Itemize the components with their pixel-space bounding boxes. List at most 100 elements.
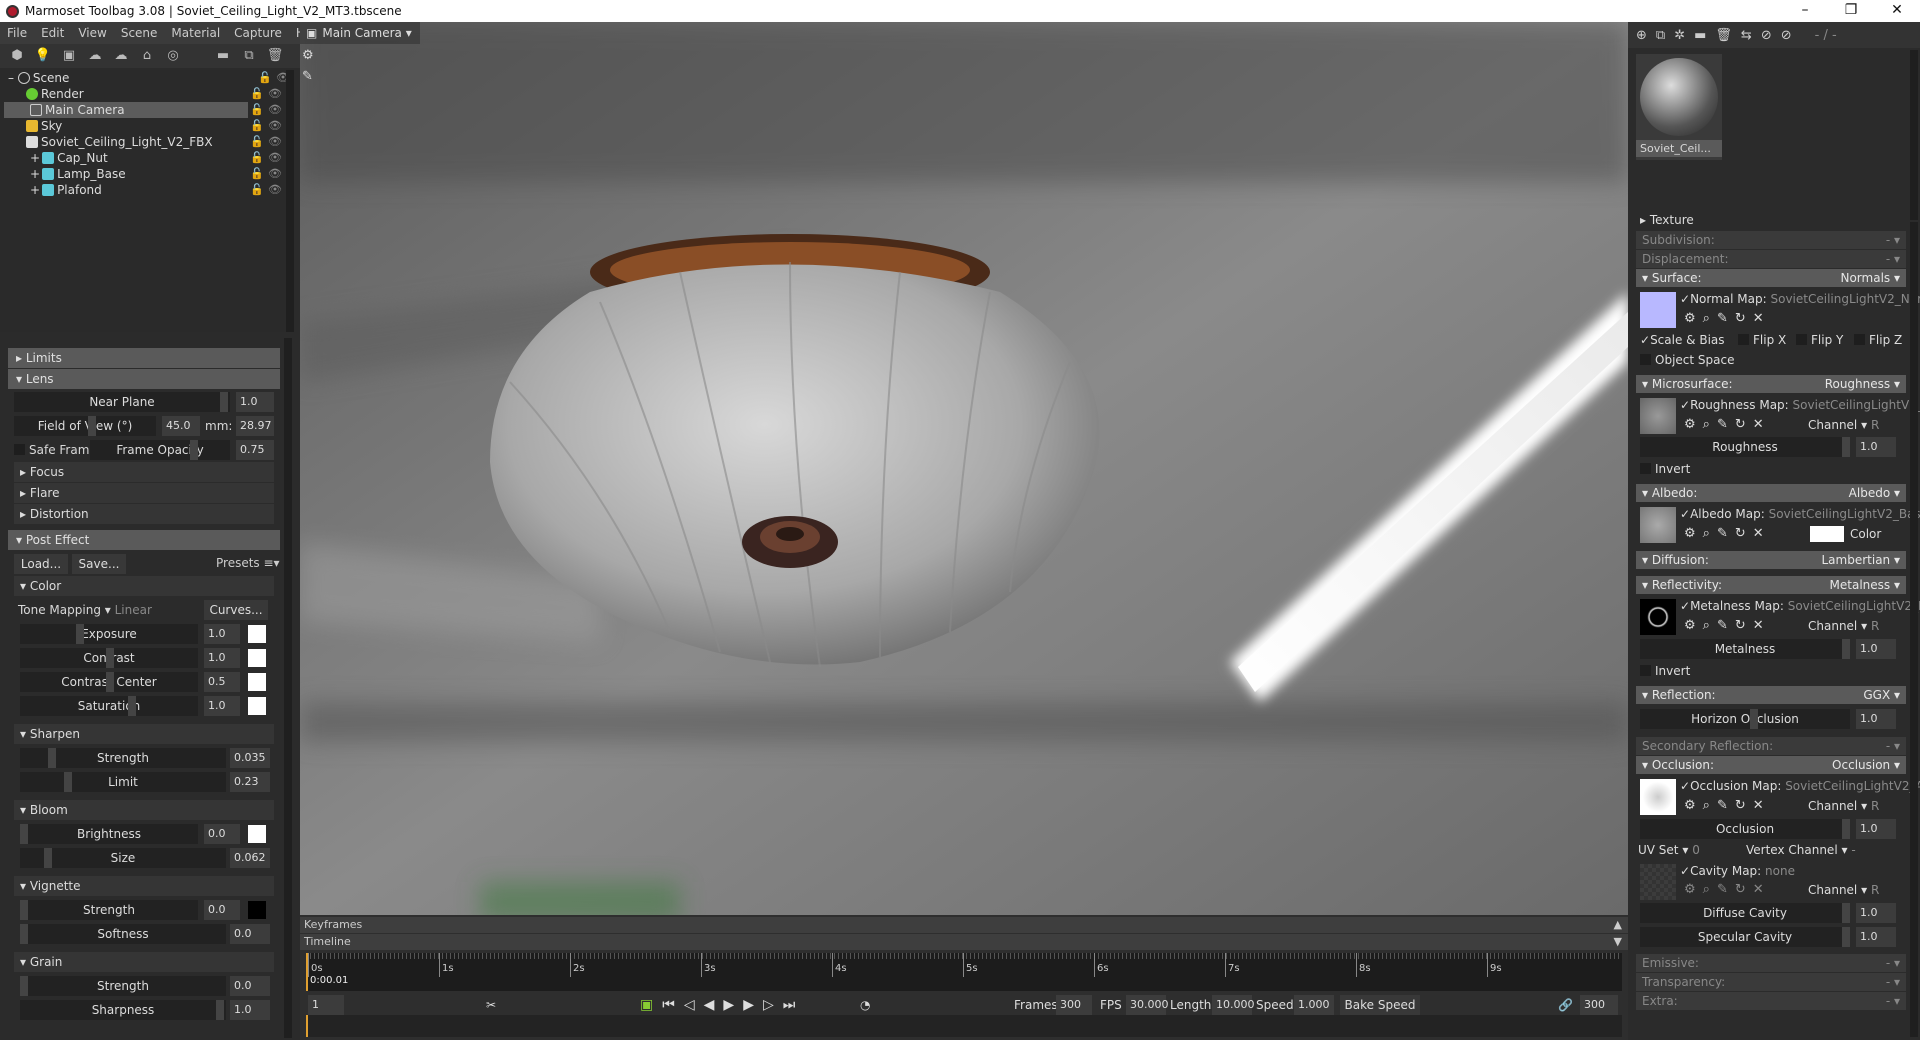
horizon-occlusion-slider[interactable]: Horizon Occlusion [1640,709,1850,729]
module-dropdown[interactable]: - ▾ [1886,954,1900,972]
scissors-icon[interactable]: ✂ [486,995,496,1015]
sharpen-limit-value[interactable]: 0.23 [230,772,270,792]
saturation-value[interactable]: 1.0 [204,696,240,716]
occlusion-slider[interactable]: Occlusion [1640,819,1850,839]
close-icon[interactable]: ✕ [1753,882,1771,897]
albedo-map-slot[interactable]: ✓Albedo Map: SovietCeilingLightV2_Base [1680,505,1920,523]
lock-icon[interactable]: 🔓 [250,134,264,150]
module-dropdown[interactable]: Occlusion ▾ [1832,756,1900,774]
sharpen-strength-value[interactable]: 0.035 [230,748,270,768]
lock-icon[interactable]: 🔓 [250,182,264,198]
invert-checkbox[interactable]: Invert [1640,662,1690,680]
close-icon[interactable]: ✕ [1753,311,1771,326]
add-turntable-icon[interactable]: ◎ [164,48,182,64]
roughness-slider[interactable]: Roughness [1640,437,1850,457]
contrast-center-value[interactable]: 0.5 [204,672,240,692]
material-settings-icon[interactable]: ✲ [1674,28,1685,43]
bloom-color-swatch[interactable] [248,825,266,843]
fov-value[interactable]: 45.0 [162,416,200,436]
channel-dropdown[interactable]: Channel ▾ R [1808,797,1879,815]
loop-icon[interactable]: ▣ [640,997,662,1013]
channel-dropdown[interactable]: Channel ▾ R [1808,617,1879,635]
module-dropdown[interactable]: Albedo ▾ [1849,484,1900,502]
assign-icon[interactable]: ⇆ [1741,28,1752,43]
module-dropdown[interactable]: - ▾ [1886,231,1900,249]
module-dropdown[interactable]: GGX ▾ [1863,686,1900,704]
tree-item-sky[interactable]: Sky 🔓 👁 [0,118,282,134]
diffuse-cavity-slider[interactable]: Diffuse Cavity [1640,903,1850,923]
tree-scrollbar[interactable] [286,70,294,332]
vignette-color-swatch[interactable] [248,901,266,919]
section-color[interactable]: ▾ Color [14,576,274,596]
flip-z-checkbox[interactable]: Flip Z [1854,331,1902,349]
minimize-button[interactable]: – [1782,0,1828,22]
lock-icon[interactable]: 🔓 [250,150,264,166]
next-key-icon[interactable]: ▷ [763,997,783,1013]
link-icon[interactable]: 🔗 [1558,995,1573,1015]
albedo-color-swatch[interactable] [1810,526,1844,542]
near-plane-slider[interactable]: Near Plane [14,392,230,412]
module-dropdown[interactable]: Lambertian ▾ [1822,551,1901,569]
eye-icon[interactable]: 👁 [268,166,282,182]
folder-icon[interactable]: ▬ [1694,28,1706,43]
3d-viewport[interactable] [300,22,1628,915]
search-icon[interactable]: ⌕ [1703,798,1717,813]
menu-capture[interactable]: Capture [227,26,289,40]
gear-icon[interactable]: ⚙ [1684,798,1703,813]
speed-dial-icon[interactable]: ◔ [860,995,870,1015]
tree-item-fbx[interactable]: Soviet_Ceiling_Light_V2_FBX 🔓 👁 [0,134,282,150]
roughness-value[interactable]: 1.0 [1856,437,1896,457]
metalness-value[interactable]: 1.0 [1856,639,1896,659]
section-diffusion[interactable]: ▾ Diffusion: Lambertian ▾ [1636,551,1906,569]
edit-icon[interactable]: ✎ [1717,526,1735,541]
exposure-slider[interactable]: Exposure [20,624,198,644]
section-focus[interactable]: ▸ Focus [14,462,274,482]
grain-strength-slider[interactable]: Strength [20,976,226,996]
section-post-effect[interactable]: ▾ Post Effect [8,530,280,550]
normal-map-thumbnail[interactable] [1640,292,1676,328]
section-grain[interactable]: ▾ Grain [14,952,274,972]
flip-x-checkbox[interactable]: Flip X [1738,331,1786,349]
pick-tool-icon[interactable]: ✎ [302,69,314,84]
frames-input[interactable]: 300 [1056,995,1092,1015]
curves-button[interactable]: Curves... [204,600,268,620]
save-button[interactable]: Save... [72,554,126,574]
eye-icon[interactable]: 👁 [268,150,282,166]
presets-menu[interactable]: Presets ≡▾ [216,556,280,570]
contrast-slider[interactable]: Contrast [20,648,198,668]
roughness-map-slot[interactable]: ✓Roughness Map: SovietCeilingLightV2_R [1680,396,1920,414]
play-icon[interactable]: ▶ [723,997,743,1013]
lock-icon[interactable]: 🔓 [250,166,264,182]
section-distortion[interactable]: ▸ Distortion [14,504,274,524]
section-sharpen[interactable]: ▾ Sharpen [14,724,274,744]
tree-item-cap-nut[interactable]: + Cap_Nut 🔓 👁 [0,150,282,166]
module-dropdown[interactable]: Normals ▾ [1840,269,1900,287]
fps-input[interactable]: 30.000 [1126,995,1169,1015]
settings-gear-icon[interactable]: ⚙ [302,48,314,63]
close-icon[interactable]: ✕ [1753,618,1771,633]
reload-icon[interactable]: ↻ [1735,311,1753,326]
reload-icon[interactable]: ↻ [1735,618,1753,633]
add-fog-icon[interactable]: ⌂ [138,48,156,64]
bloom-brightness-value[interactable]: 0.0 [204,824,240,844]
specular-cavity-value[interactable]: 1.0 [1856,927,1896,947]
saturation-slider[interactable]: Saturation [20,696,198,716]
section-albedo[interactable]: ▾ Albedo: Albedo ▾ [1636,484,1906,502]
add-material-icon[interactable]: ⊕ [1636,28,1647,43]
tree-item-lamp-base[interactable]: + Lamp_Base 🔓 👁 [0,166,282,182]
section-reflectivity[interactable]: ▾ Reflectivity: Metalness ▾ [1636,576,1906,594]
menu-scene[interactable]: Scene [114,26,165,40]
gear-icon[interactable]: ⚙ [1684,526,1703,541]
vignette-softness-slider[interactable]: Softness [20,924,226,944]
safe-frame-checkbox[interactable]: Safe Frame [14,440,97,460]
diffuse-cavity-value[interactable]: 1.0 [1856,903,1896,923]
vignette-strength-slider[interactable]: Strength [20,900,198,920]
add-object-icon[interactable]: ⬢ [8,48,26,64]
section-flare[interactable]: ▸ Flare [14,483,274,503]
eye-icon[interactable]: 👁 [268,102,282,118]
section-bloom[interactable]: ▾ Bloom [14,800,274,820]
occlusion-value[interactable]: 1.0 [1856,819,1896,839]
add-camera-icon[interactable]: ▣ [60,48,78,64]
eye-icon[interactable]: 👁 [268,182,282,198]
vertex-channel-dropdown[interactable]: Vertex Channel ▾ - [1746,841,1856,859]
